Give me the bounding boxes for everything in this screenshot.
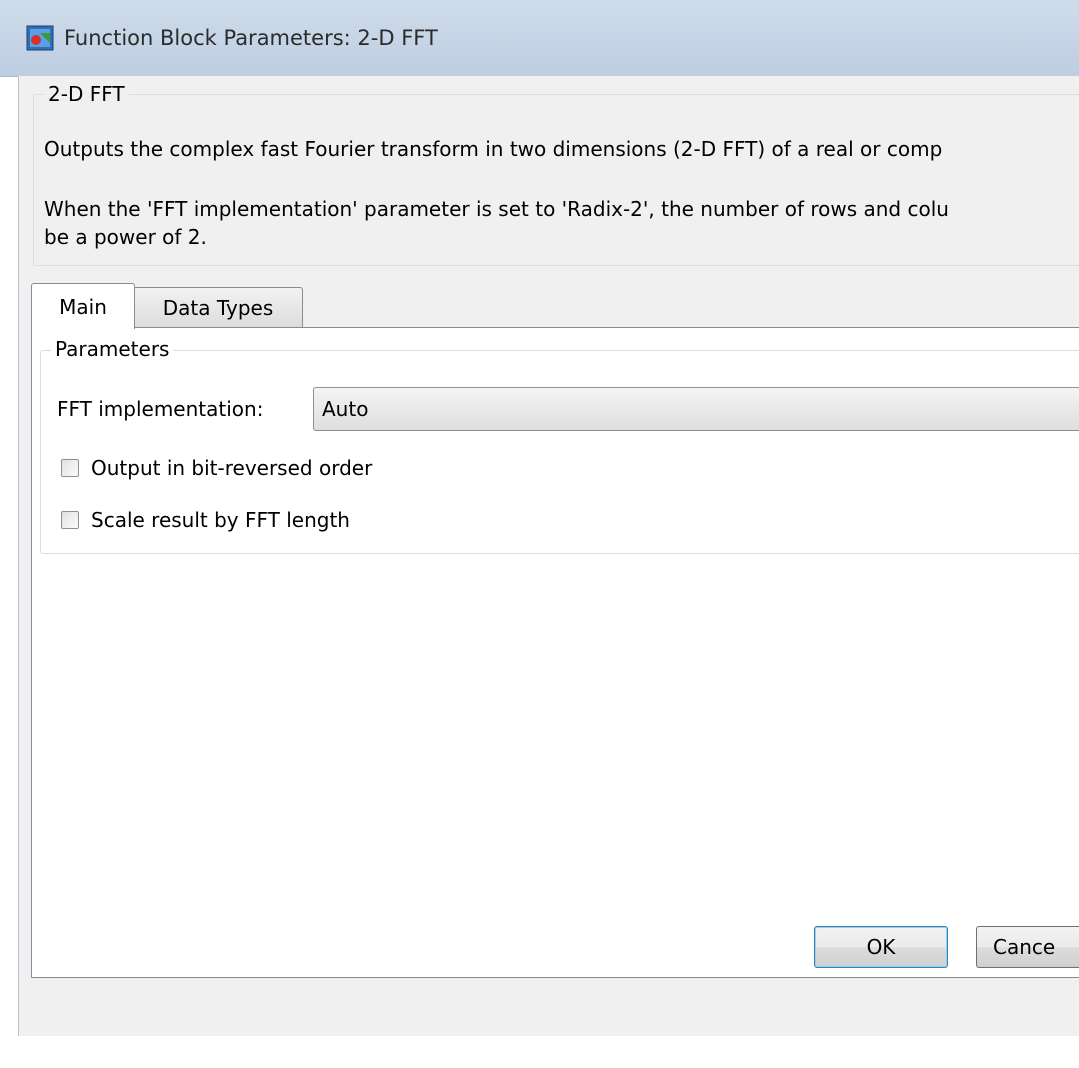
description-line-3: be a power of 2. [44, 225, 207, 249]
description-line-2: When the 'FFT implementation' parameter … [44, 197, 949, 221]
bit-reversed-order-checkbox[interactable] [61, 459, 79, 477]
scale-by-fft-length-option[interactable]: Scale result by FFT length [61, 508, 350, 532]
main-tab-panel: Parameters FFT implementation: Auto Outp… [31, 327, 1079, 978]
title-bar[interactable]: Function Block Parameters: 2-D FFT [0, 0, 1079, 77]
window-title: Function Block Parameters: 2-D FFT [64, 26, 438, 50]
tab-main[interactable]: Main [31, 283, 135, 329]
fft-implementation-label: FFT implementation: [57, 397, 264, 421]
cancel-button[interactable]: Cance [976, 926, 1079, 968]
tab-data-types[interactable]: Data Types [133, 287, 303, 328]
description-group-title: 2-D FFT [44, 82, 129, 106]
parameters-group-title: Parameters [51, 337, 174, 361]
dialog-window: Function Block Parameters: 2-D FFT 2-D F… [0, 0, 1079, 1068]
bit-reversed-order-option[interactable]: Output in bit-reversed order [61, 456, 372, 480]
description-line-1: Outputs the complex fast Fourier transfo… [44, 137, 943, 161]
fft-implementation-value: Auto [322, 397, 369, 421]
ok-button[interactable]: OK [814, 926, 948, 968]
dialog-client-area: 2-D FFT Outputs the complex fast Fourier… [18, 76, 1079, 1036]
window-bottom-edge [0, 1036, 1079, 1068]
description-group: 2-D FFT Outputs the complex fast Fourier… [33, 82, 1079, 266]
scale-by-fft-length-label: Scale result by FFT length [91, 508, 350, 532]
fft-implementation-select[interactable]: Auto [313, 387, 1079, 431]
parameters-group: Parameters FFT implementation: Auto Outp… [40, 337, 1079, 554]
bit-reversed-order-label: Output in bit-reversed order [91, 456, 373, 480]
simulink-block-icon [26, 25, 54, 51]
scale-by-fft-length-checkbox[interactable] [61, 511, 79, 529]
